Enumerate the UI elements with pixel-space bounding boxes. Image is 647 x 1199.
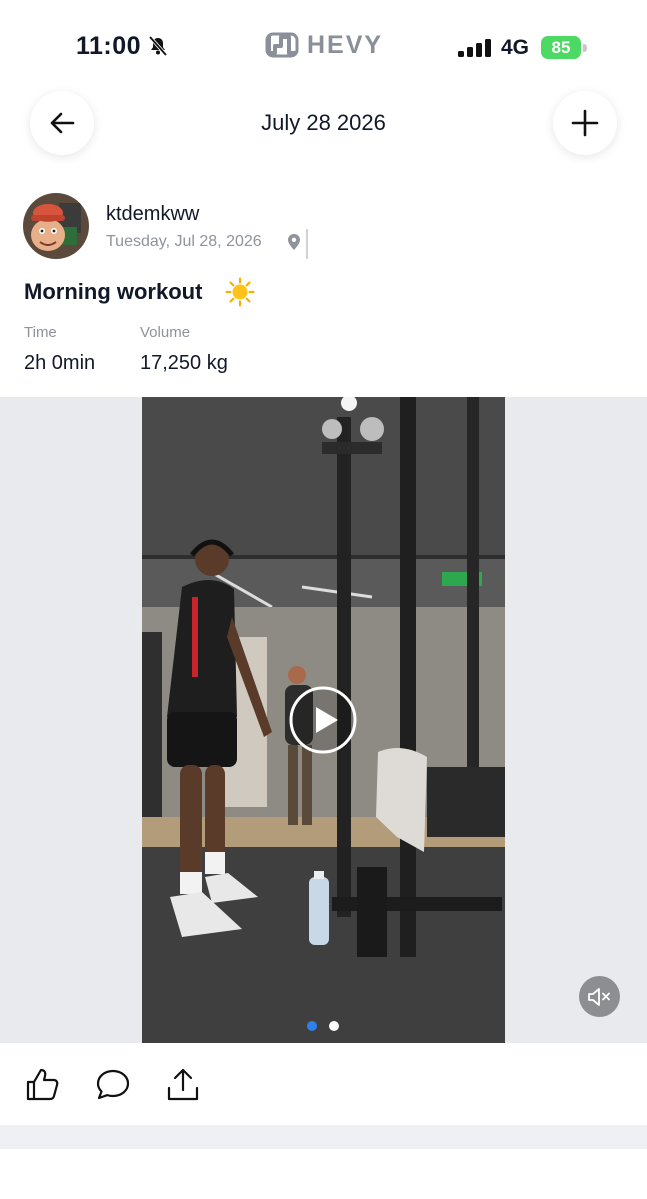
share-icon[interactable] — [164, 1066, 202, 1104]
comment-icon[interactable] — [94, 1066, 132, 1104]
carousel-dot[interactable] — [329, 1021, 339, 1031]
carousel-dot-active[interactable] — [307, 1021, 317, 1031]
brand-logo: HEVY — [265, 29, 383, 61]
stat-time-label: Time — [24, 324, 57, 341]
signal-icon — [458, 39, 491, 57]
add-button[interactable] — [553, 91, 617, 155]
network-type: 4G — [501, 36, 530, 59]
thumbs-up-icon[interactable] — [23, 1066, 61, 1104]
username[interactable]: ktdemkww — [106, 203, 199, 226]
speaker-muted-icon — [587, 987, 610, 1006]
location-pin-icon — [288, 234, 300, 250]
play-icon[interactable] — [288, 685, 358, 755]
avatar[interactable] — [23, 193, 89, 259]
bell-muted-icon — [148, 35, 168, 57]
status-time: 11:00 — [76, 32, 142, 60]
workout-title: Morning workout — [24, 279, 203, 304]
feed-separator — [0, 1125, 647, 1149]
hevy-logo-icon — [265, 32, 299, 58]
plus-icon — [571, 109, 599, 137]
stat-volume-value: 17,250 kg — [140, 352, 228, 374]
stat-volume-label: Volume — [140, 324, 191, 341]
stat-time-value: 2h 0min — [24, 352, 96, 374]
sun-icon — [225, 277, 255, 307]
mute-button[interactable] — [579, 976, 620, 1017]
page-title: July 28 2026 — [261, 110, 386, 135]
battery-icon: 85 — [541, 36, 589, 59]
battery-percent: 85 — [551, 38, 571, 57]
location-text-truncated — [306, 229, 647, 259]
post-date: Tuesday, Jul 28, 2026 — [106, 233, 262, 250]
brand-name: HEVY — [307, 30, 384, 59]
